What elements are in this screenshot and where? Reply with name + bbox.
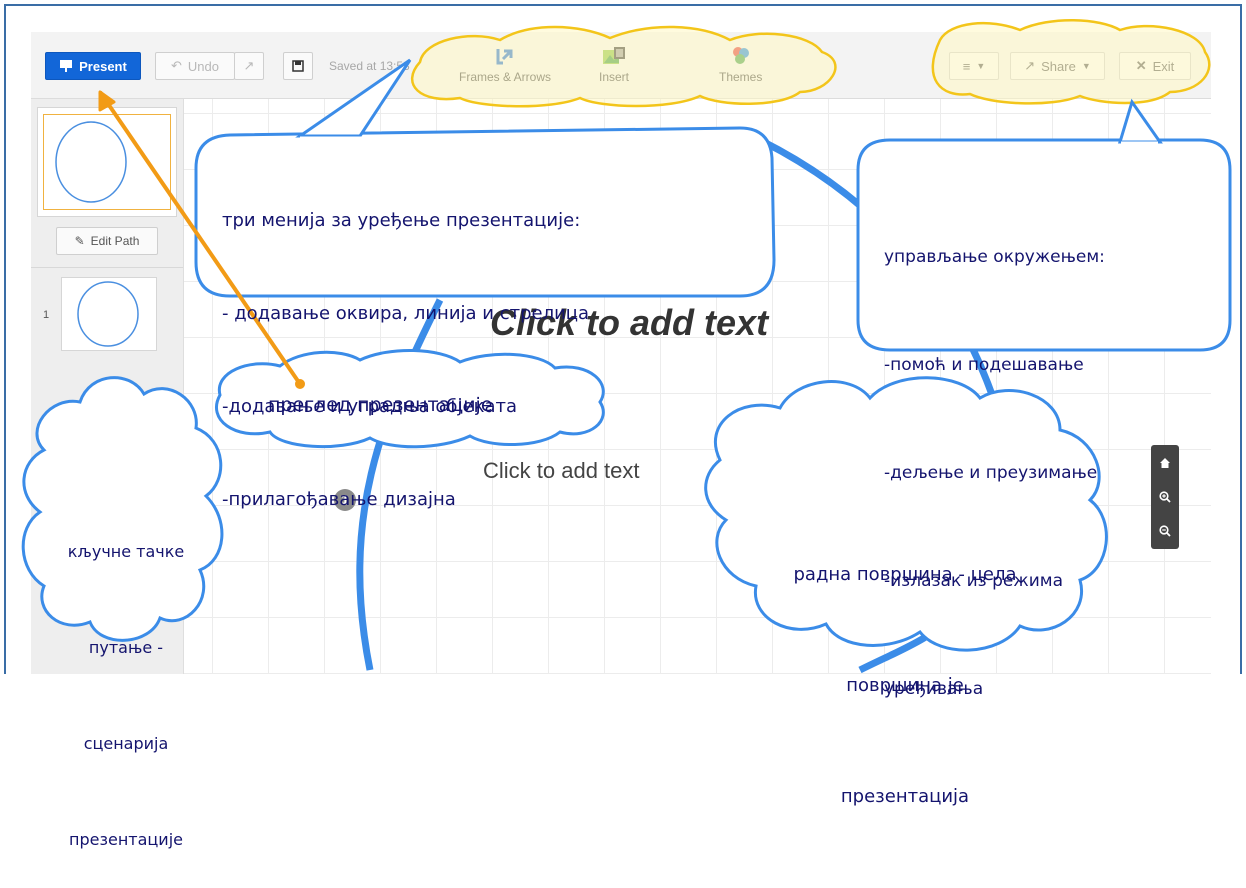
workspace-line-2: површина је — [846, 675, 964, 696]
path-step-number: 1 — [43, 309, 50, 321]
workspace-line-3: презентација — [840, 786, 970, 807]
insert-menu[interactable]: Insert — [599, 46, 629, 84]
share-icon: ↗ — [1024, 58, 1036, 73]
sidebar-divider — [31, 267, 183, 268]
path-step-thumbnail[interactable] — [61, 277, 157, 351]
home-button[interactable] — [1154, 449, 1176, 477]
overview-thumbnail[interactable] — [37, 107, 177, 217]
insert-label: Insert — [599, 70, 630, 84]
menu-button[interactable]: ≡ ▼ — [949, 52, 999, 80]
keypoints-line-3: сценарија — [83, 734, 169, 753]
save-button[interactable] — [283, 52, 313, 80]
workspace-text: радна површина - цела површина је презен… — [740, 482, 1070, 852]
present-label: Present — [79, 58, 127, 74]
edit-path-label: Edit Path — [90, 234, 140, 248]
undo-arrow-icon: ↶ — [171, 58, 182, 73]
preview-text: преглед презентације — [268, 394, 493, 416]
zoom-controls — [1151, 445, 1179, 549]
home-icon — [1160, 458, 1170, 468]
workspace-line-1: радна површина - цела — [793, 564, 1017, 585]
zoom-out-button[interactable] — [1154, 517, 1176, 545]
themes-label: Themes — [719, 70, 763, 84]
exit-button[interactable]: ✕ Exit — [1119, 52, 1191, 80]
menus-line-3: -прилагођавање дизајна — [222, 489, 456, 510]
undo-label: Undo — [187, 58, 219, 74]
hamburger-icon: ≡ — [962, 58, 971, 74]
menus-line-1: - додавање оквира, линија и стрелица — [222, 303, 590, 324]
exit-label: Exit — [1152, 58, 1175, 74]
color-circles-icon — [732, 47, 749, 64]
image-film-icon — [603, 47, 625, 64]
themes-menu[interactable]: Themes — [719, 46, 762, 84]
env-line-1: -помоћ и подешавање — [884, 355, 1084, 375]
keypoints-line-1: кључне тачке — [67, 542, 185, 561]
close-x-icon: ✕ — [1135, 58, 1147, 73]
zoom-in-icon — [1159, 491, 1171, 503]
share-caret-icon: ▼ — [1081, 61, 1091, 71]
step-circle — [77, 281, 139, 347]
undo-button[interactable]: ↶ Undo — [155, 52, 235, 80]
edit-path-button[interactable]: ✎ Edit Path — [56, 227, 158, 255]
redo-arrow-icon: ↗ — [243, 58, 255, 73]
redo-button[interactable]: ↗ — [234, 52, 264, 80]
keypoints-line-2: путање - — [88, 638, 164, 657]
present-button[interactable]: Present — [45, 52, 141, 80]
pencil-icon: ✎ — [74, 234, 85, 248]
saved-status: Saved at 13:53 — [329, 59, 410, 73]
frames-arrows-menu[interactable]: Frames & Arrows — [459, 46, 551, 84]
frames-label: Frames & Arrows — [459, 70, 552, 84]
share-label: Share — [1041, 58, 1076, 74]
projector-icon — [60, 60, 73, 72]
frame-arrow-icon — [496, 49, 513, 65]
floppy-disk-icon — [292, 60, 304, 72]
keypoints-text: кључне тачке путање - сценарија презента… — [42, 472, 210, 888]
menus-callout-text: три менија за уређење презентације: - до… — [222, 143, 589, 546]
share-button[interactable]: ↗ Share ▼ — [1010, 52, 1105, 80]
overview-circle — [55, 121, 127, 203]
zoom-out-icon — [1159, 525, 1171, 537]
menu-caret-icon: ▼ — [976, 61, 986, 71]
overview-frame — [43, 114, 171, 210]
menus-title: три менија за уређење презентације: — [222, 210, 581, 231]
zoom-in-button[interactable] — [1154, 483, 1176, 511]
keypoints-line-4: презентације — [69, 830, 183, 849]
top-toolbar: Present ↶ Undo ↗ Saved at 13:53 Frames &… — [31, 32, 1211, 99]
env-title: управљање окружењем: — [884, 247, 1105, 267]
